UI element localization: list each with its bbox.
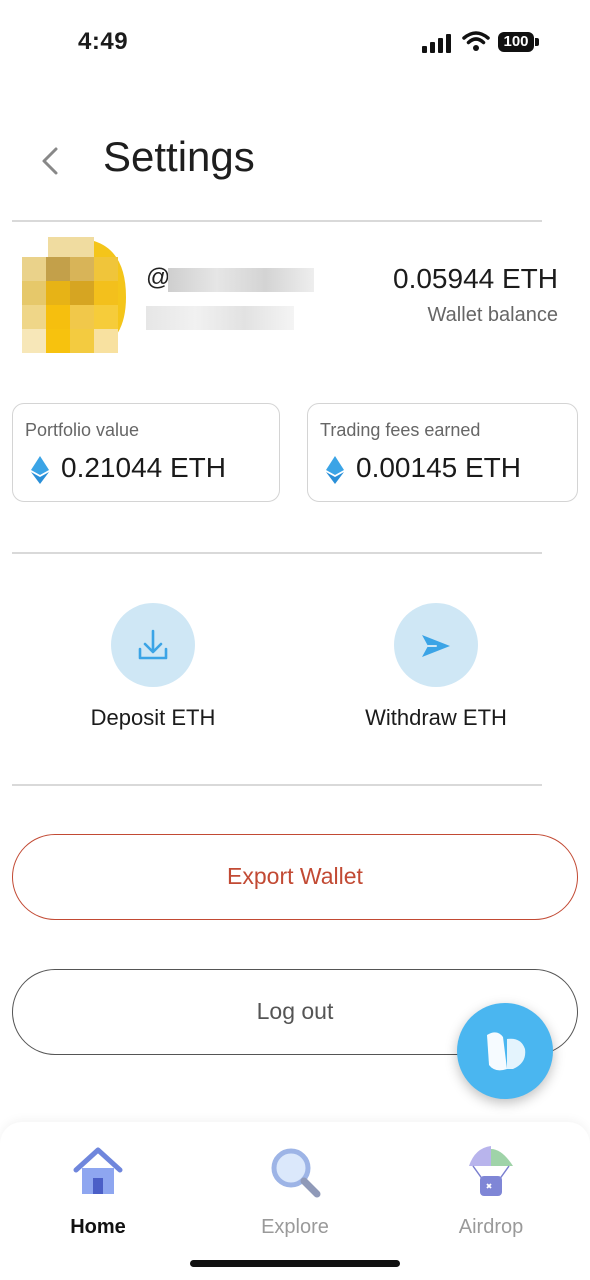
avatar[interactable] (22, 237, 128, 355)
trading-fees-label: Trading fees earned (320, 420, 481, 440)
deposit-button[interactable] (111, 603, 195, 687)
cellular-signal-icon (422, 33, 454, 53)
withdraw-button[interactable] (394, 603, 478, 687)
tab-airdrop[interactable]: Airdrop (431, 1122, 551, 1252)
deposit-label[interactable]: Deposit ETH (43, 705, 263, 731)
trading-fees-card: Trading fees earned 0.00145 ETH (307, 403, 578, 502)
battery-tip (535, 38, 539, 46)
app-logo-icon (487, 1032, 526, 1071)
eth-icon (326, 456, 344, 484)
wifi-icon (462, 31, 490, 51)
status-time: 4:49 (78, 28, 129, 55)
tab-explore[interactable]: Explore (235, 1122, 355, 1252)
tab-explore-label: Explore (261, 1216, 329, 1238)
portfolio-value-card: Portfolio value 0.21044 ETH (12, 403, 280, 502)
portfolio-value-label: Portfolio value (25, 420, 140, 440)
airdrop-icon (469, 1146, 513, 1196)
tab-home-label: Home (70, 1216, 126, 1238)
battery-icon: 100 (498, 32, 534, 52)
portfolio-value-amount: 0.21044 ETH (61, 452, 226, 483)
section-divider (12, 552, 542, 554)
redacted-subtext (146, 306, 294, 330)
search-icon (271, 1148, 321, 1198)
wallet-balance-value: 0.05944 ETH (393, 263, 558, 294)
user-handle: @ (146, 264, 171, 291)
eth-icon (31, 456, 49, 484)
page-title: Settings (103, 133, 255, 180)
tab-airdrop-label: Airdrop (458, 1216, 524, 1238)
redacted-username (168, 268, 314, 292)
home-icon (73, 1147, 123, 1194)
bottom-tab-bar: Home Explore Airdrop (0, 1122, 590, 1280)
section-divider (12, 784, 542, 786)
wallet-balance-label: Wallet balance (427, 304, 558, 326)
home-indicator (190, 1260, 400, 1267)
back-chevron-icon[interactable] (36, 145, 64, 177)
header-divider (12, 220, 542, 222)
download-icon (138, 629, 168, 660)
trading-fees-amount: 0.00145 ETH (356, 452, 521, 483)
withdraw-label[interactable]: Withdraw ETH (326, 705, 546, 731)
send-icon (422, 635, 450, 657)
floating-chat-button[interactable] (457, 1003, 553, 1099)
tab-home[interactable]: Home (38, 1122, 158, 1252)
export-wallet-button[interactable]: Export Wallet (12, 834, 578, 920)
